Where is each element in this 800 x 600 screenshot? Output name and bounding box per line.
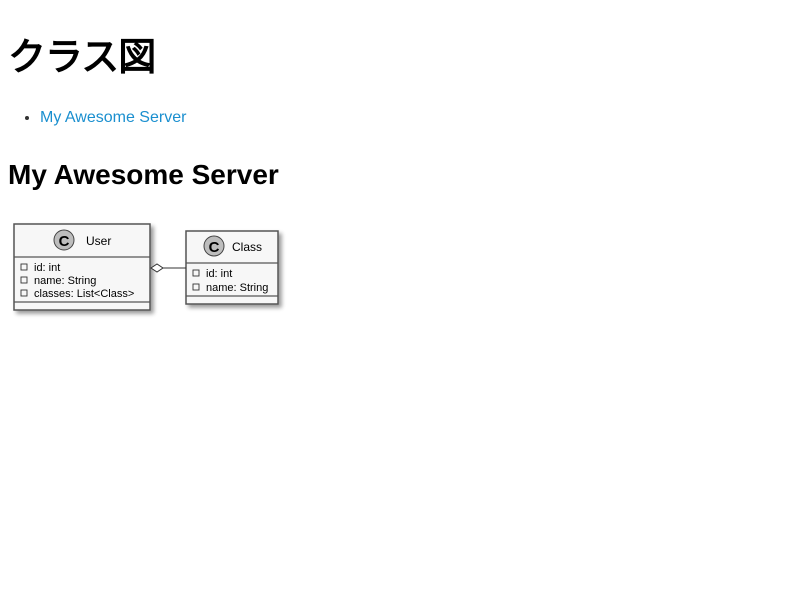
aggregation-diamond-icon [150, 263, 164, 273]
class-attribute: classes: List<Class> [34, 288, 134, 300]
class-name-user: User [86, 234, 111, 248]
class-attribute: id: int [34, 262, 60, 274]
class-box-class: C Class id: int name: String [185, 230, 279, 305]
class-box-user: C User id: int name: String classes: Lis… [13, 223, 151, 311]
class-stereotype-letter: C [59, 233, 70, 250]
aggregation-relation [150, 263, 186, 273]
class-stereotype-icon: C [53, 229, 75, 251]
class-attribute: id: int [206, 268, 232, 280]
class-stereotype-icon: C [203, 235, 225, 257]
class-diagram: C User id: int name: String classes: Lis… [13, 223, 279, 311]
class-attribute: name: String [206, 282, 268, 294]
class-stereotype-letter: C [209, 239, 220, 256]
class-name-class: Class [232, 240, 262, 254]
class-attribute: name: String [34, 275, 96, 287]
